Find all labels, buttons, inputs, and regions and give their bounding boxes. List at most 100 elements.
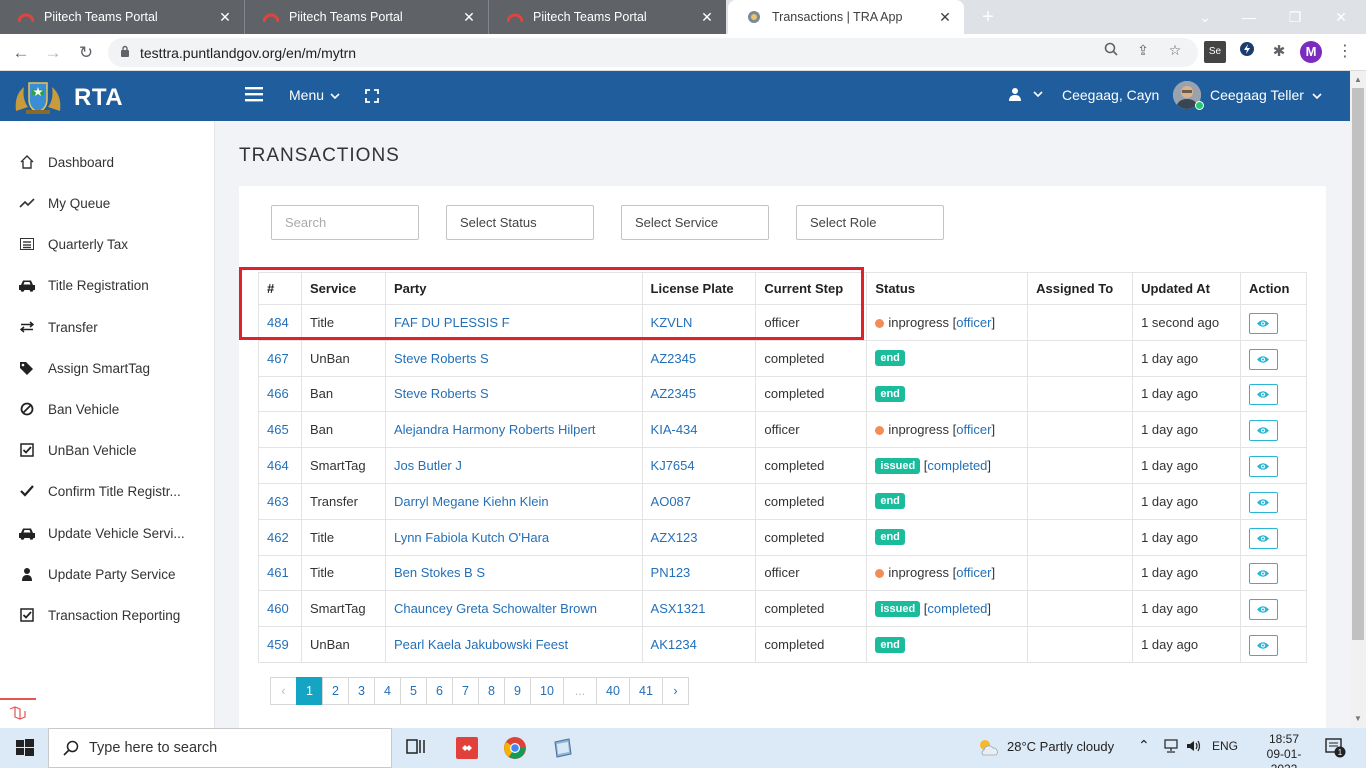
volume-icon[interactable]	[1186, 739, 1202, 756]
pagination-page-button[interactable]: 10	[530, 677, 564, 705]
pagination-page-button[interactable]: 5	[400, 677, 427, 705]
zoom-icon[interactable]	[1100, 42, 1122, 59]
transaction-id-link[interactable]: 462	[267, 530, 289, 545]
bolt-extension-icon[interactable]	[1236, 41, 1258, 63]
party-link[interactable]: Chauncey Greta Schowalter Brown	[394, 601, 597, 616]
sidebar-item-transfer[interactable]: Transfer	[0, 307, 215, 347]
role-select[interactable]: Select Role	[796, 205, 944, 240]
menu-dropdown[interactable]: Menu	[289, 87, 340, 103]
transaction-id-link[interactable]: 460	[267, 601, 289, 616]
sidebar-item-my-queue[interactable]: My Queue	[0, 183, 215, 223]
pagination-page-button[interactable]: 6	[426, 677, 453, 705]
sidebar-item-ban-vehicle[interactable]: Ban Vehicle	[0, 389, 215, 429]
view-button[interactable]	[1248, 420, 1278, 442]
column-header[interactable]: Assigned To	[1027, 272, 1134, 305]
browser-tab[interactable]: Piitech Teams Portal ✕	[0, 0, 244, 34]
user-icon[interactable]	[1009, 87, 1021, 104]
taskbar-search-input[interactable]: Type here to search	[48, 728, 392, 768]
restore-icon[interactable]: ❐	[1272, 4, 1318, 30]
browser-tab[interactable]: Piitech Teams Portal ✕	[488, 0, 726, 34]
sidebar-item-update-party-service[interactable]: Update Party Service	[0, 554, 215, 594]
status-step-link[interactable]: completed	[927, 458, 987, 473]
network-icon[interactable]	[1163, 739, 1179, 756]
transaction-id-link[interactable]: 463	[267, 494, 289, 509]
transaction-id-link[interactable]: 467	[267, 351, 289, 366]
license-plate-link[interactable]: AO087	[651, 494, 691, 509]
sidebar-item-dashboard[interactable]: Dashboard	[0, 142, 215, 182]
column-header[interactable]: Party	[384, 272, 643, 305]
party-link[interactable]: Alejandra Harmony Roberts Hilpert	[394, 422, 596, 437]
license-plate-link[interactable]: KZVLN	[651, 315, 693, 330]
license-plate-link[interactable]: AZ2345	[651, 351, 697, 366]
license-plate-link[interactable]: AZ2345	[651, 386, 697, 401]
role-dropdown[interactable]: Ceegaag Teller	[1210, 87, 1322, 103]
sidebar-item-update-vehicle-service[interactable]: Update Vehicle Servi...	[0, 513, 215, 553]
puzzle-extensions-icon[interactable]: ✱	[1268, 41, 1290, 63]
browser-tab[interactable]: Piitech Teams Portal ✕	[244, 0, 488, 34]
status-step-link[interactable]: completed	[927, 601, 987, 616]
party-link[interactable]: Darryl Megane Kiehn Klein	[394, 494, 549, 509]
status-select[interactable]: Select Status	[446, 205, 594, 240]
close-tab-icon[interactable]: ✕	[460, 9, 478, 26]
license-plate-link[interactable]: PN123	[651, 565, 691, 580]
profile-avatar-icon[interactable]: M	[1300, 41, 1322, 63]
party-link[interactable]: Pearl Kaela Jakubowski Feest	[394, 637, 568, 652]
search-field[interactable]	[285, 215, 405, 230]
view-button[interactable]	[1248, 348, 1278, 370]
minimize-icon[interactable]: —	[1226, 4, 1272, 30]
pagination-prev-button[interactable]: ‹	[270, 677, 297, 705]
license-plate-link[interactable]: KJ7654	[651, 458, 695, 473]
view-button[interactable]	[1248, 599, 1278, 621]
column-header[interactable]: Status	[866, 272, 1029, 305]
pagination-page-button[interactable]: 4	[374, 677, 401, 705]
transaction-id-link[interactable]: 459	[267, 637, 289, 652]
language-indicator[interactable]: ENG	[1212, 739, 1238, 753]
anydesk-icon[interactable]	[455, 736, 479, 760]
weather-text[interactable]: 28°C Partly cloudy	[1007, 739, 1114, 754]
transaction-id-link[interactable]: 461	[267, 565, 289, 580]
transaction-id-link[interactable]: 465	[267, 422, 289, 437]
pagination-next-button[interactable]: ›	[662, 677, 689, 705]
share-icon[interactable]: ⇪	[1132, 42, 1154, 59]
laravel-debug-icon[interactable]	[0, 698, 36, 728]
view-button[interactable]	[1248, 563, 1278, 585]
service-select[interactable]: Select Service	[621, 205, 769, 240]
url-field[interactable]: testtra.puntlandgov.org/en/m/mytrn	[108, 38, 1198, 67]
column-header[interactable]: Updated At	[1132, 272, 1241, 305]
windows-start-icon[interactable]	[13, 736, 37, 760]
status-step-link[interactable]: officer	[956, 315, 991, 330]
pagination-page-button[interactable]: 40	[596, 677, 630, 705]
new-tab-button[interactable]: +	[976, 5, 1000, 29]
pagination-page-button[interactable]: 7	[452, 677, 479, 705]
sidebar-item-confirm-title-registration[interactable]: Confirm Title Registr...	[0, 471, 215, 511]
pagination-page-button[interactable]: 1	[296, 677, 323, 705]
notifications-icon[interactable]: 1	[1324, 736, 1346, 761]
reload-icon[interactable]: ↻	[73, 40, 99, 66]
forward-icon[interactable]: →	[40, 40, 66, 66]
sidebar-item-transaction-reporting[interactable]: Transaction Reporting	[0, 595, 215, 635]
column-header[interactable]: Service	[300, 272, 386, 305]
party-link[interactable]: Ben Stokes B S	[394, 565, 485, 580]
scroll-up-icon[interactable]: ▲	[1350, 72, 1366, 88]
column-header[interactable]: Current Step	[755, 272, 868, 305]
browser-tab-active[interactable]: Transactions | TRA App ✕	[728, 0, 964, 34]
hamburger-menu-icon[interactable]	[245, 85, 265, 105]
back-icon[interactable]: ←	[8, 40, 34, 66]
status-step-link[interactable]: officer	[956, 422, 991, 437]
chevron-up-icon[interactable]: ⌃	[1138, 737, 1150, 754]
clock[interactable]: 18:57 09-01-2022	[1262, 732, 1306, 768]
pagination-page-button[interactable]: 8	[478, 677, 505, 705]
close-window-icon[interactable]: ✕	[1318, 4, 1364, 30]
chrome-icon[interactable]	[503, 736, 527, 760]
column-header[interactable]: License Plate	[641, 272, 757, 305]
license-plate-link[interactable]: AK1234	[651, 637, 697, 652]
license-plate-link[interactable]: KIA-434	[651, 422, 698, 437]
close-tab-icon[interactable]: ✕	[936, 9, 954, 26]
sidebar-item-title-registration[interactable]: Title Registration	[0, 265, 215, 305]
bookmark-star-icon[interactable]: ☆	[1164, 42, 1186, 59]
license-plate-link[interactable]: ASX1321	[651, 601, 706, 616]
view-button[interactable]	[1248, 384, 1278, 406]
view-button[interactable]	[1248, 635, 1278, 657]
transaction-id-link[interactable]: 464	[267, 458, 289, 473]
pagination-page-button[interactable]: 3	[348, 677, 375, 705]
